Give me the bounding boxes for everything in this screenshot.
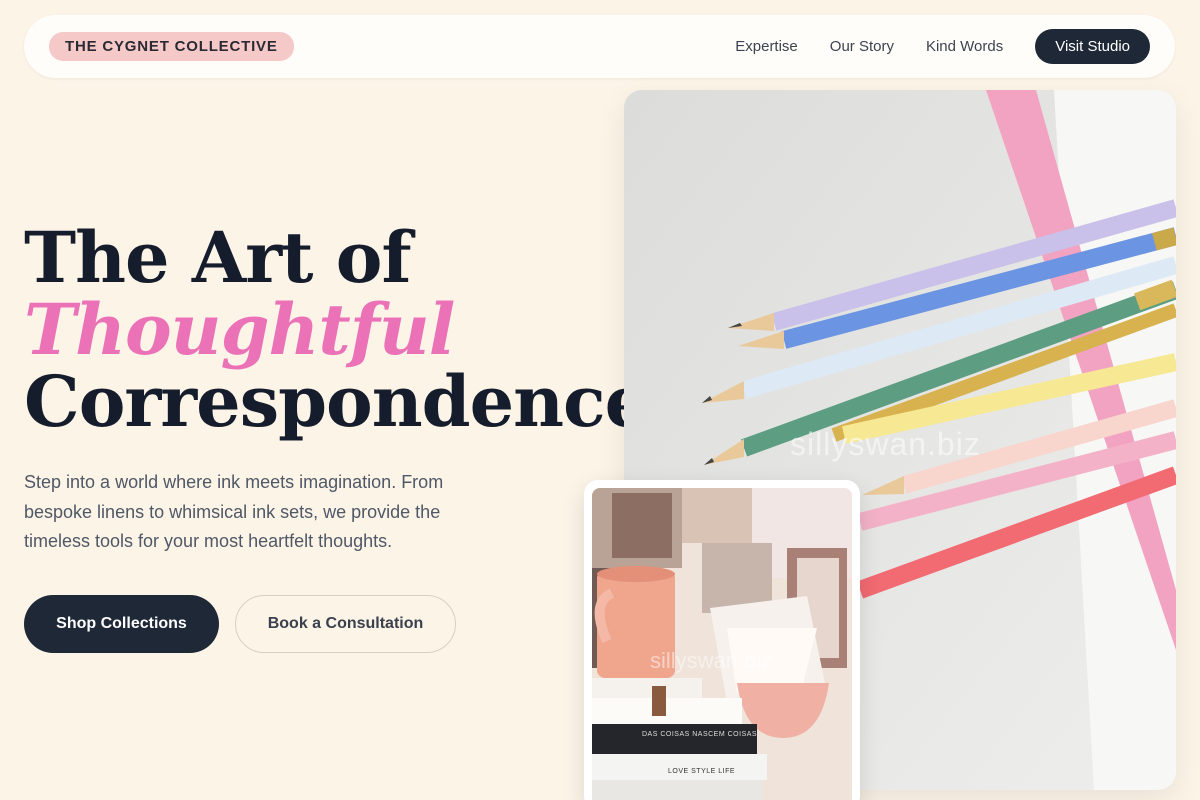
hero-title-line-3: Correspondence. <box>24 360 673 443</box>
hero-title: The Art of Thoughtful Correspondence. <box>24 216 673 443</box>
top-navbar: THE CYGNET COLLECTIVE Expertise Our Stor… <box>24 15 1175 78</box>
small-watermark: sillyswan.biz <box>650 648 773 673</box>
nav-link-expertise[interactable]: Expertise <box>735 38 798 55</box>
nav-links: Expertise Our Story Kind Words Visit Stu… <box>703 29 1150 64</box>
nav-link-our-story[interactable]: Our Story <box>830 38 894 55</box>
book-label-2: LOVE STYLE LIFE <box>668 768 736 775</box>
hero-title-accent: Thoughtful <box>24 288 455 371</box>
main-watermark: sillyswan.biz <box>790 426 981 462</box>
mug-books-illustration <box>592 488 852 800</box>
visit-studio-button[interactable]: Visit Studio <box>1035 29 1150 64</box>
hero-title-line-1: The Art of <box>24 216 412 299</box>
shop-collections-button[interactable]: Shop Collections <box>24 595 219 653</box>
mug-books-photo: DAS COISAS NASCEM COISAS LOVE STYLE LIFE… <box>592 488 852 800</box>
brand-logo[interactable]: THE CYGNET COLLECTIVE <box>49 32 294 61</box>
book-dark <box>592 724 757 754</box>
nav-link-kind-words[interactable]: Kind Words <box>926 38 1003 55</box>
hero-description: Step into a world where ink meets imagin… <box>24 472 444 551</box>
book-consultation-button[interactable]: Book a Consultation <box>235 595 456 653</box>
book-label-1: DAS COISAS NASCEM COISAS <box>642 731 758 738</box>
mug-books-photo-card: DAS COISAS NASCEM COISAS LOVE STYLE LIFE… <box>584 480 860 800</box>
